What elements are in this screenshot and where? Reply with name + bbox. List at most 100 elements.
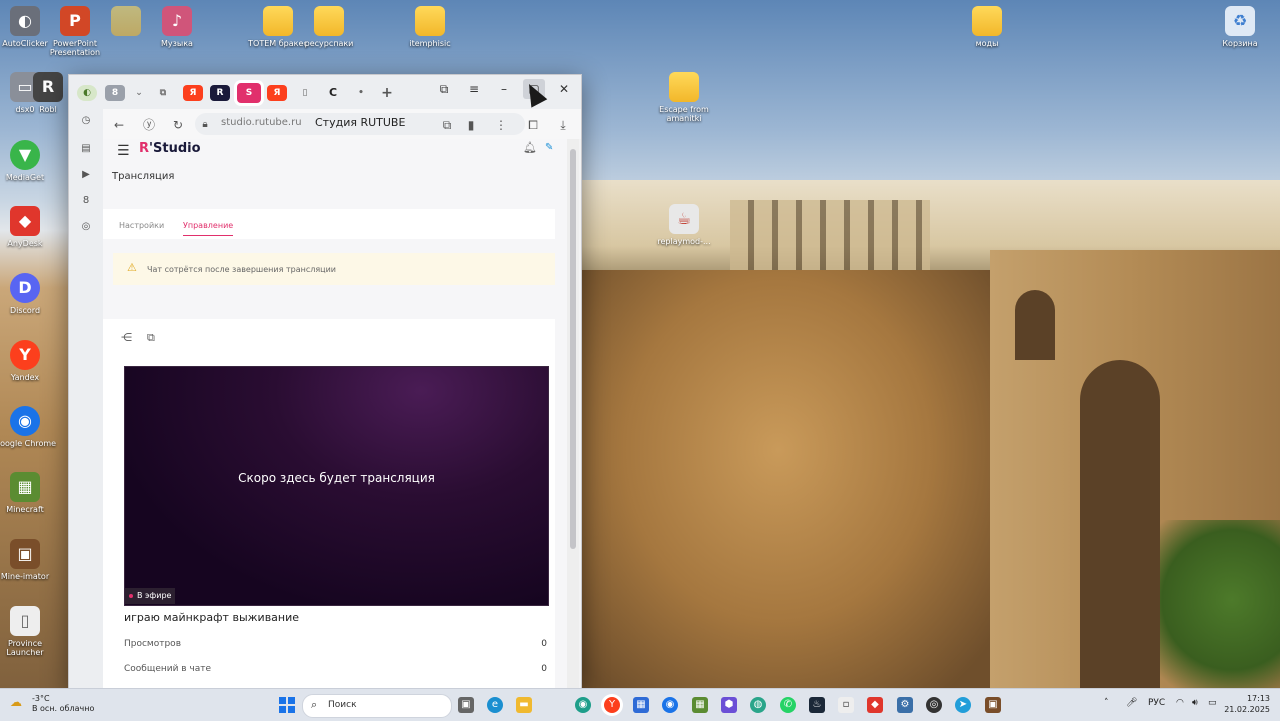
- avatar[interactable]: ✎: [545, 142, 557, 154]
- anydesk-taskbar-icon[interactable]: ◆: [867, 697, 883, 713]
- start-button[interactable]: [279, 697, 295, 713]
- app-hex-icon[interactable]: ⬢: [721, 697, 737, 713]
- stat-chat-messages: Сообщений в чате 0: [124, 664, 547, 674]
- clock-date: 21.02.2025: [1224, 705, 1270, 714]
- hamburger-icon[interactable]: ☰: [117, 143, 130, 159]
- box-icon[interactable]: ▣: [985, 697, 1001, 713]
- desktop-icon-mediaget[interactable]: ▼ MediaGet: [0, 140, 57, 182]
- desktop-icon-escape-folder[interactable]: Escape from amanitki: [652, 72, 716, 123]
- menu-icon[interactable]: ≡: [463, 79, 485, 99]
- desktop-icon-roblox[interactable]: R Robl: [28, 72, 68, 114]
- language-indicator[interactable]: РУС: [1148, 698, 1165, 708]
- desktop-icon-recycle-bin[interactable]: ♻ Корзина: [1208, 6, 1272, 48]
- bookmarks-icon[interactable]: ⧉: [433, 79, 455, 99]
- whatsapp-icon[interactable]: ✆: [780, 697, 796, 713]
- discord-icon: D: [10, 273, 40, 303]
- close-button[interactable]: ✕: [553, 79, 575, 99]
- desktop-icon-itemphisic[interactable]: itemphisic: [398, 6, 462, 48]
- reader-icon[interactable]: ⧉: [439, 117, 455, 133]
- store-icon[interactable]: ▦: [633, 697, 649, 713]
- tab-6[interactable]: Я: [267, 85, 287, 101]
- desktop-icon-discord[interactable]: D Discord: [0, 273, 57, 315]
- stat-views: Просмотров 0: [124, 639, 547, 649]
- scrollbar-thumb[interactable]: [570, 149, 576, 549]
- external-link-icon[interactable]: ⧉: [147, 331, 155, 345]
- desktop-icon-minecraft[interactable]: ▦ Minecraft: [0, 472, 57, 514]
- warning-icon: ⚠: [127, 261, 137, 274]
- tab-active[interactable]: S: [237, 83, 261, 103]
- stat-label: Просмотров: [124, 639, 181, 649]
- tray-chevron-icon[interactable]: ˄: [1104, 698, 1109, 708]
- yandex-browser-icon[interactable]: ⓨ: [141, 117, 157, 133]
- url-text[interactable]: studio.rutube.ru: [221, 117, 302, 128]
- battery-icon[interactable]: ▭: [1208, 698, 1217, 708]
- tab-2[interactable]: 8: [105, 85, 125, 101]
- tab-1[interactable]: ◐: [77, 85, 97, 101]
- tab-8[interactable]: C: [323, 85, 343, 101]
- extensions-icon[interactable]: ⧠: [525, 117, 541, 133]
- share-icon[interactable]: ⋲: [121, 331, 132, 344]
- globe-icon[interactable]: ◍: [750, 697, 766, 713]
- download-icon[interactable]: ⤓: [555, 117, 571, 133]
- clock[interactable]: 17:13 21.02.2025: [1224, 693, 1270, 715]
- browser-sidebar: ◷ ▤ ▶ 8 ◎: [69, 109, 103, 689]
- history-icon[interactable]: ◷: [78, 113, 94, 129]
- chat-alert: ⚠ Чат сотрётся после завершения трансляц…: [113, 253, 555, 285]
- notification-bell-icon[interactable]: 🔔︎: [523, 141, 537, 154]
- desktop-icon-replaymod[interactable]: ☕ replaymod-...: [652, 204, 716, 246]
- bookmark-icon[interactable]: ▮: [463, 117, 479, 133]
- obs-icon[interactable]: ◎: [926, 697, 942, 713]
- minimize-button[interactable]: –: [493, 79, 515, 99]
- desktop-icon-province-launcher[interactable]: ▯ Province Launcher: [0, 606, 57, 657]
- desktop-icon-mine-imator[interactable]: ▣ Mine-imator: [0, 539, 57, 581]
- desktop-icon-yandex[interactable]: Y Yandex: [0, 340, 57, 382]
- desktop-icon-label: Корзина: [1222, 39, 1258, 48]
- page-scrollbar[interactable]: [567, 139, 579, 689]
- tab-dropdown-icon[interactable]: ⌄: [129, 85, 149, 101]
- chrome-taskbar-icon[interactable]: ◉: [662, 697, 678, 713]
- explorer-icon[interactable]: ▬: [516, 697, 532, 713]
- reload-icon[interactable]: ↻: [170, 117, 186, 133]
- new-tab-button[interactable]: +: [377, 85, 397, 101]
- browser-window: ◐ 8 ⌄ ⧉ Я R S Я ▯ C • + ⧉ ≡ – ▢ ✕ ← ⓨ ↻ …: [68, 74, 582, 690]
- collections-icon[interactable]: ▤: [78, 141, 94, 157]
- folder-icon: [415, 6, 445, 36]
- telegram-icon[interactable]: ➤: [955, 697, 971, 713]
- logo-name: Studio: [153, 141, 201, 156]
- desktop-icon-mods[interactable]: моды: [955, 6, 1019, 48]
- more-icon[interactable]: ⋮: [493, 117, 509, 133]
- volume-icon[interactable]: 🔊︎: [1192, 698, 1198, 708]
- video-player[interactable]: Скоро здесь будет трансляция В эфире: [124, 366, 549, 606]
- app-square-icon[interactable]: ▫: [838, 697, 854, 713]
- taskbar-search[interactable]: ⌕ Поиск: [302, 694, 452, 718]
- recycle-bin-icon: ♻: [1225, 6, 1255, 36]
- back-icon[interactable]: ←: [111, 117, 127, 133]
- app-icon[interactable]: ◉: [575, 697, 591, 713]
- tab-settings[interactable]: Настройки: [119, 221, 164, 230]
- microphone-icon[interactable]: 🎤︎: [1126, 698, 1137, 708]
- studio-logo[interactable]: R'Studio: [139, 141, 201, 156]
- tab-3[interactable]: Я: [183, 85, 203, 101]
- tab-7[interactable]: ▯: [295, 85, 315, 101]
- settings-icon[interactable]: ⚙: [897, 697, 913, 713]
- video-icon[interactable]: ▶: [78, 167, 94, 183]
- tab-more-icon[interactable]: •: [351, 85, 371, 101]
- desktop-icon-anydesk[interactable]: ◆ AnyDesk: [0, 206, 57, 248]
- task-view-icon[interactable]: ▣: [458, 697, 474, 713]
- desktop-icon-music[interactable]: ♪ Музыка: [145, 6, 209, 48]
- weather-temp: -3°C: [32, 694, 50, 703]
- desktop-icon-chrome[interactable]: ◉ Google Chrome: [0, 406, 57, 448]
- desktop-icon-label: Escape from amanitki: [659, 105, 709, 123]
- minecraft-taskbar-icon[interactable]: ▦: [692, 697, 708, 713]
- steam-icon[interactable]: ♨: [809, 697, 825, 713]
- desktop-icon-label: Музыка: [161, 39, 193, 48]
- wifi-icon[interactable]: ◠: [1176, 698, 1184, 708]
- screenshot-icon[interactable]: ◎: [78, 219, 94, 235]
- sidebar-tab-icon[interactable]: 8: [78, 193, 94, 209]
- tab-group-icon[interactable]: ⧉: [153, 85, 173, 101]
- tab-manage[interactable]: Управление: [183, 221, 234, 236]
- edge-icon[interactable]: e: [487, 697, 503, 713]
- desktop-icon-resourcepacks[interactable]: ресурспаки: [297, 6, 361, 48]
- tab-4[interactable]: R: [210, 85, 230, 101]
- yandex-taskbar-icon[interactable]: Y: [604, 697, 620, 713]
